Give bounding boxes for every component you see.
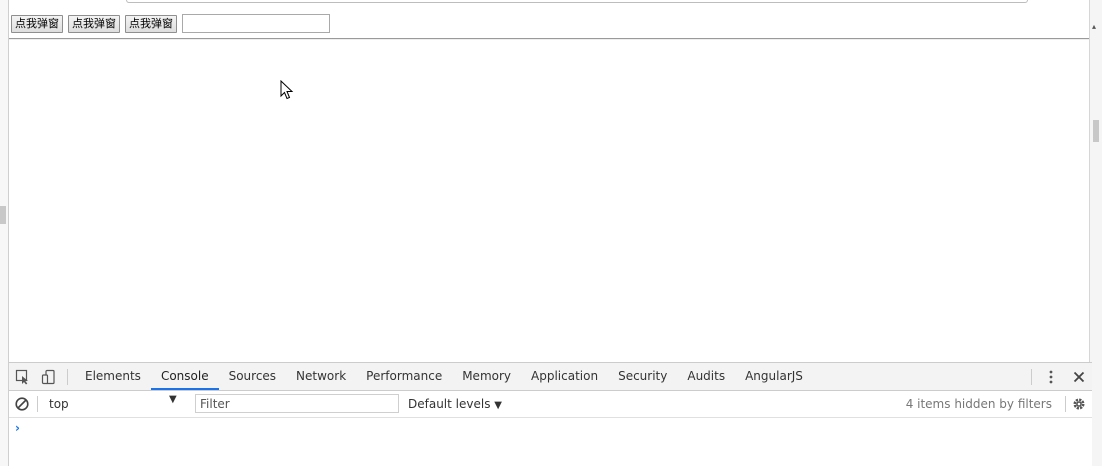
- tab-audits[interactable]: Audits: [677, 363, 735, 390]
- devtools-panel: Elements Console Sources Network Perform…: [9, 362, 1092, 467]
- filter-input[interactable]: [195, 394, 399, 413]
- toolbar-divider: [1065, 396, 1066, 412]
- devtools-tabbar: Elements Console Sources Network Perform…: [9, 363, 1092, 391]
- text-input[interactable]: [182, 14, 330, 33]
- tab-memory[interactable]: Memory: [452, 363, 521, 390]
- gear-icon[interactable]: [1071, 396, 1087, 412]
- tab-network[interactable]: Network: [286, 363, 356, 390]
- popup-button-1[interactable]: 点我弹窗: [11, 14, 63, 33]
- scroll-caret-icon: ▴: [1092, 22, 1097, 31]
- log-levels-dropdown[interactable]: Default levels ▼: [408, 395, 502, 415]
- more-options-icon[interactable]: [1043, 369, 1059, 385]
- toolbar-divider: [37, 396, 38, 412]
- devtools-tabs: Elements Console Sources Network Perform…: [75, 363, 813, 390]
- tab-performance[interactable]: Performance: [356, 363, 452, 390]
- tab-elements[interactable]: Elements: [75, 363, 151, 390]
- tab-security[interactable]: Security: [608, 363, 677, 390]
- close-icon[interactable]: [1071, 369, 1087, 385]
- tab-console[interactable]: Console: [150, 363, 219, 390]
- toolbar-divider: [1031, 369, 1032, 385]
- clear-console-icon[interactable]: [14, 396, 30, 412]
- tab-sources[interactable]: Sources: [219, 363, 286, 390]
- tab-application[interactable]: Application: [521, 363, 608, 390]
- adjacent-window-strip: [0, 0, 9, 466]
- horizontal-rule: [9, 38, 1089, 40]
- tab-angularjs[interactable]: AngularJS: [735, 363, 813, 390]
- popup-button-3[interactable]: 点我弹窗: [125, 14, 177, 33]
- console-prompt[interactable]: ›: [15, 421, 20, 435]
- mouse-cursor-icon: [280, 80, 294, 100]
- console-toolbar: top ▼ Default levels ▼ 4 items hidden by…: [9, 391, 1092, 418]
- page-content: 点我弹窗 点我弹窗 点我弹窗: [9, 10, 1089, 360]
- popup-button-2[interactable]: 点我弹窗: [68, 14, 120, 33]
- toolbar-divider: [67, 369, 68, 385]
- inspect-element-icon[interactable]: [15, 369, 31, 385]
- address-bar-remnant: [126, 0, 1028, 3]
- log-levels-label: Default levels: [408, 397, 491, 411]
- button-row: 点我弹窗 点我弹窗 点我弹窗: [11, 14, 330, 33]
- hidden-items-count: 4 items hidden by filters: [905, 397, 1052, 411]
- dropdown-arrow-icon: ▼: [169, 394, 177, 405]
- scrollbar-thumb[interactable]: [1093, 120, 1099, 142]
- context-selector[interactable]: top: [43, 395, 181, 413]
- device-toggle-icon[interactable]: [41, 369, 57, 385]
- dropdown-arrow-icon: ▼: [494, 400, 502, 411]
